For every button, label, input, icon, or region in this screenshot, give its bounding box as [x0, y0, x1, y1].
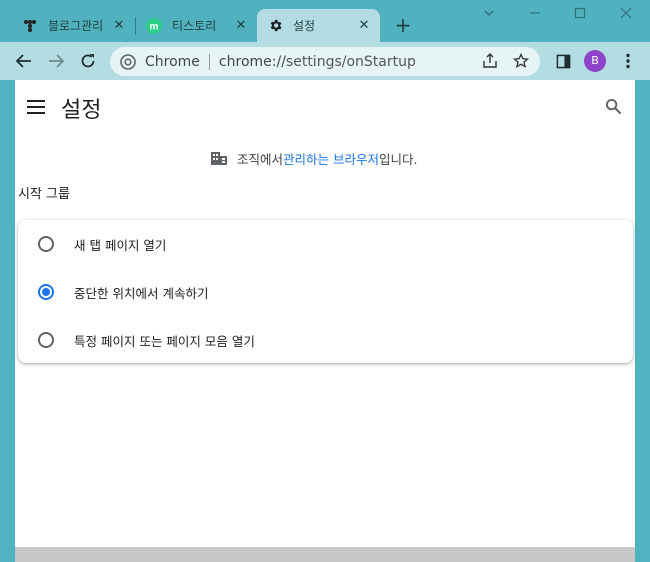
settings-header: 설정	[15, 80, 635, 136]
url-text: chrome://settings/onStartup	[219, 54, 416, 70]
tab-title: 티스토리	[172, 19, 217, 33]
profile-avatar[interactable]: B	[584, 50, 606, 72]
managed-browser-notice: 조직에서 관리하는 브라우저 입니다.	[210, 148, 417, 168]
tistory-dots-icon	[22, 18, 38, 34]
building-icon	[210, 150, 228, 166]
hamburger-menu-icon[interactable]	[26, 99, 46, 115]
radio-label: 새 탭 페이지 열기	[74, 237, 167, 253]
section-title: 시작 그룹	[18, 187, 70, 202]
managed-prefix: 조직에서	[237, 151, 284, 167]
radio-button-selected[interactable]	[38, 284, 54, 300]
tistory-m-icon: m	[146, 17, 162, 34]
radio-label: 특정 페이지 또는 페이지 모음 열기	[74, 333, 255, 349]
gear-icon	[267, 18, 283, 34]
chrome-icon	[120, 53, 136, 70]
url-path: settings/onStartup	[285, 53, 416, 70]
startup-option-specific-pages[interactable]: 특정 페이지 또는 페이지 모음 열기	[18, 316, 633, 364]
radio-button[interactable]	[38, 236, 54, 252]
settings-page: 설정 조직에서 관리하는 브라우저 입니다. 시작 그룹 새 탭 페이지 열기 …	[15, 80, 635, 547]
window-bottom-edge	[15, 547, 635, 562]
menu-kebab-icon[interactable]	[616, 49, 640, 73]
startup-option-continue[interactable]: 중단한 위치에서 계속하기	[18, 268, 633, 316]
minimize-icon[interactable]	[524, 4, 546, 26]
tab-settings[interactable]: 설정 ✕	[257, 9, 380, 42]
chrome-chip-label: Chrome	[145, 53, 200, 70]
managed-browser-link[interactable]: 관리하는 브라우저	[283, 149, 379, 168]
reload-icon[interactable]	[76, 49, 100, 73]
startup-options-card: 새 탭 페이지 열기 중단한 위치에서 계속하기 특정 페이지 또는 페이지 모…	[18, 220, 633, 363]
address-bar[interactable]: Chrome chrome://settings/onStartup	[110, 47, 540, 76]
search-icon[interactable]	[605, 98, 623, 116]
tab-strip: 블로그관리 ✕ m 티스토리 ✕ 설정 ✕ +	[0, 0, 650, 42]
back-icon[interactable]	[12, 49, 36, 73]
managed-suffix: 입니다.	[379, 151, 418, 167]
close-icon[interactable]: ✕	[233, 18, 249, 34]
bookmark-star-icon[interactable]	[512, 52, 531, 71]
startup-option-new-tab[interactable]: 새 탭 페이지 열기	[18, 220, 633, 268]
svg-text:m: m	[150, 21, 159, 32]
side-panel-icon[interactable]	[551, 49, 575, 73]
close-icon[interactable]: ✕	[111, 18, 127, 34]
tab-search-chevron-icon[interactable]	[478, 4, 500, 26]
share-icon[interactable]	[482, 53, 500, 71]
tab-blog-manage[interactable]: 블로그관리 ✕	[12, 9, 135, 42]
toolbar: Chrome chrome://settings/onStartup B	[0, 42, 650, 80]
tab-title: 설정	[293, 19, 316, 33]
maximize-icon[interactable]	[569, 4, 591, 26]
radio-button[interactable]	[38, 332, 54, 348]
url-scheme: chrome://	[218, 53, 286, 70]
tab-title: 블로그관리	[48, 19, 104, 33]
forward-icon[interactable]	[44, 49, 68, 73]
browser-window: 블로그관리 ✕ m 티스토리 ✕ 설정 ✕ + Chrome chrome://…	[0, 0, 650, 562]
address-divider	[208, 53, 210, 70]
new-tab-button[interactable]: +	[392, 14, 414, 36]
tab-tistory[interactable]: m 티스토리 ✕	[136, 9, 257, 42]
radio-label: 중단한 위치에서 계속하기	[74, 285, 209, 301]
close-icon[interactable]: ✕	[356, 18, 372, 34]
page-title: 설정	[61, 98, 102, 123]
window-close-icon[interactable]	[615, 4, 637, 26]
